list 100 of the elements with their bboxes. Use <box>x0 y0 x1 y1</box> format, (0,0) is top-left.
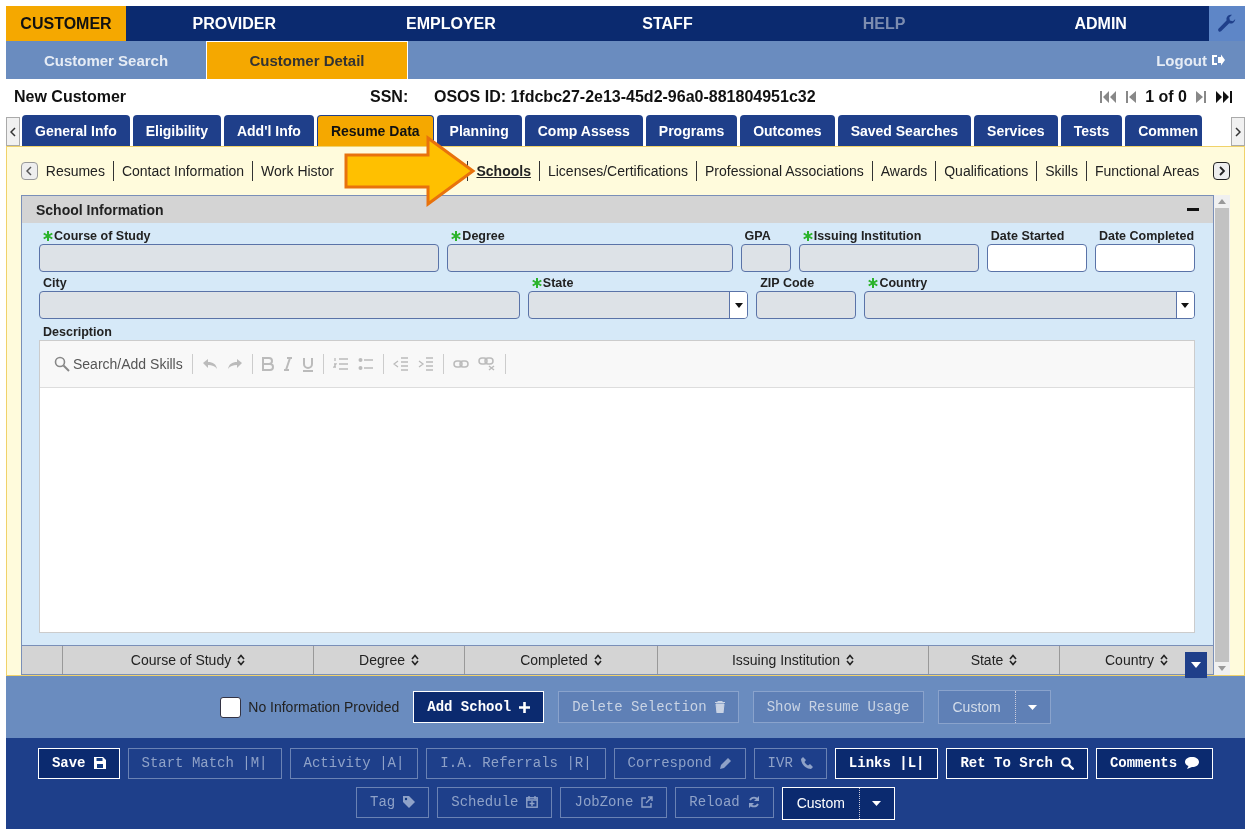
tab[interactable]: Tests <box>1060 115 1123 146</box>
link-icon[interactable] <box>452 359 469 369</box>
tab[interactable]: Resume Data <box>316 115 434 146</box>
checkbox-label: No Information Provided <box>248 699 400 715</box>
footer-button[interactable]: Links |L| <box>834 747 939 779</box>
external-link-icon <box>641 796 654 808</box>
field-label: State <box>527 274 749 291</box>
column-menu-button[interactable] <box>1185 652 1207 678</box>
subtab-link[interactable]: Skills <box>1036 161 1086 181</box>
nav-link[interactable]: EMPLOYER <box>342 6 560 41</box>
next-page-icon[interactable] <box>1195 90 1207 104</box>
field-label: Description <box>42 323 113 340</box>
previous-page-icon[interactable] <box>1125 90 1138 104</box>
field-label: Date Started <box>989 227 1066 244</box>
footer-button[interactable]: Ret To Srch <box>946 747 1088 779</box>
italic-icon[interactable] <box>282 357 293 371</box>
nav-link[interactable]: CUSTOMER <box>6 6 126 41</box>
column-header[interactable]: Degree <box>313 646 464 674</box>
action-button[interactable]: Add School <box>413 691 545 723</box>
unlink-icon[interactable] <box>477 357 496 371</box>
tab[interactable]: Eligibility <box>132 115 221 146</box>
caret-icon <box>872 800 882 806</box>
subtab-link[interactable]: Resumes <box>37 161 113 181</box>
input-field[interactable] <box>1094 244 1195 272</box>
field-label: Issuing Institution <box>798 227 979 244</box>
checkbox[interactable] <box>220 696 242 718</box>
chevron-left-icon <box>26 166 33 176</box>
comment-icon <box>1185 757 1200 769</box>
field-label: Country <box>864 274 1195 291</box>
scroll-up-icon[interactable] <box>1218 199 1226 204</box>
subtab-link[interactable]: Functional Areas <box>1085 161 1208 181</box>
tab[interactable]: Comp Assess <box>524 115 643 146</box>
column-header[interactable]: Course of Study <box>62 646 313 674</box>
save-icon <box>93 757 106 769</box>
search-icon <box>54 356 70 372</box>
customer-name: New Customer <box>14 88 128 106</box>
tab[interactable]: Planning <box>436 115 522 146</box>
bold-icon[interactable] <box>261 357 274 371</box>
required-icon <box>802 230 813 241</box>
field-label: Course of Study <box>39 227 440 244</box>
nav-link[interactable]: PROVIDER <box>126 6 343 41</box>
bullet-list-icon[interactable] <box>357 357 374 371</box>
chevron-right-icon <box>1218 166 1225 176</box>
sort-icon <box>593 654 602 666</box>
column-header[interactable]: Issuing Institution <box>657 646 928 674</box>
footer-button[interactable]: Comments <box>1095 747 1214 779</box>
caret-icon <box>1191 662 1201 668</box>
plus-icon <box>519 701 531 713</box>
subtab-link[interactable]: Licenses/Certifications <box>538 161 696 181</box>
nav-link[interactable]: ADMIN <box>992 6 1209 41</box>
sort-icon <box>1009 654 1018 666</box>
scroll-left-button[interactable] <box>21 162 38 180</box>
field-label: Degree <box>447 227 733 244</box>
subtab-link[interactable]: Contact Information <box>112 161 253 181</box>
footer-button[interactable]: Save <box>37 747 120 779</box>
phone-icon <box>800 757 813 769</box>
subtab-link[interactable]: Qualifications <box>935 161 1037 181</box>
page-indicator: 1 of 0 <box>1145 88 1187 106</box>
first-page-icon[interactable] <box>1099 90 1118 104</box>
subtab-link[interactable]: Professional Associations <box>696 161 872 181</box>
underline-icon[interactable] <box>301 356 314 372</box>
search-icon <box>1060 756 1074 770</box>
field-label: Date Completed <box>1097 227 1195 244</box>
required-icon <box>43 230 53 241</box>
tab[interactable]: Outcomes <box>740 115 835 146</box>
description-editor[interactable]: Search/Add Skills <box>39 340 1195 633</box>
sort-icon <box>846 654 855 666</box>
column-header[interactable]: Completed <box>464 646 657 674</box>
panel-title: School Information <box>36 201 164 218</box>
column-header[interactable]: State <box>928 646 1059 674</box>
nav-tab[interactable]: Customer Detail <box>206 41 408 79</box>
field-label: ZIP Code <box>759 274 816 291</box>
subtab-link[interactable]: Awards <box>871 161 936 181</box>
refresh-icon <box>747 796 760 808</box>
tab[interactable]: Commen <box>1125 115 1203 146</box>
sort-icon <box>410 654 419 666</box>
redo-icon[interactable] <box>226 358 243 370</box>
nav-link[interactable]: STAFF <box>559 6 776 41</box>
tab[interactable]: Services <box>974 115 1058 146</box>
scroll-left-button[interactable] <box>6 117 20 146</box>
undo-icon[interactable] <box>201 358 218 370</box>
pencil-icon <box>719 757 732 769</box>
tab[interactable]: Programs <box>645 115 738 146</box>
sort-icon <box>1160 654 1168 666</box>
collapse-icon[interactable] <box>1187 207 1199 212</box>
caret-icon <box>1028 704 1038 710</box>
search-skills-button[interactable]: Search/Add Skills <box>54 356 183 372</box>
tab[interactable]: Add'l Info <box>223 115 314 146</box>
scroll-right-button[interactable] <box>1213 162 1230 180</box>
input-field[interactable] <box>986 244 1087 272</box>
split-button[interactable]: Custom <box>781 786 895 820</box>
field-label: GPA <box>743 227 772 244</box>
subtab-link[interactable]: Work Histor <box>252 161 342 181</box>
scroll-down-icon[interactable] <box>1218 666 1226 671</box>
tab[interactable]: Saved Searches <box>837 115 972 146</box>
tab[interactable]: General Info <box>22 115 130 146</box>
subtab-link[interactable]: Schools <box>467 161 539 181</box>
scrollbar[interactable] <box>1214 195 1230 675</box>
wrench-icon[interactable] <box>1208 6 1245 41</box>
last-page-icon[interactable] <box>1215 90 1233 104</box>
